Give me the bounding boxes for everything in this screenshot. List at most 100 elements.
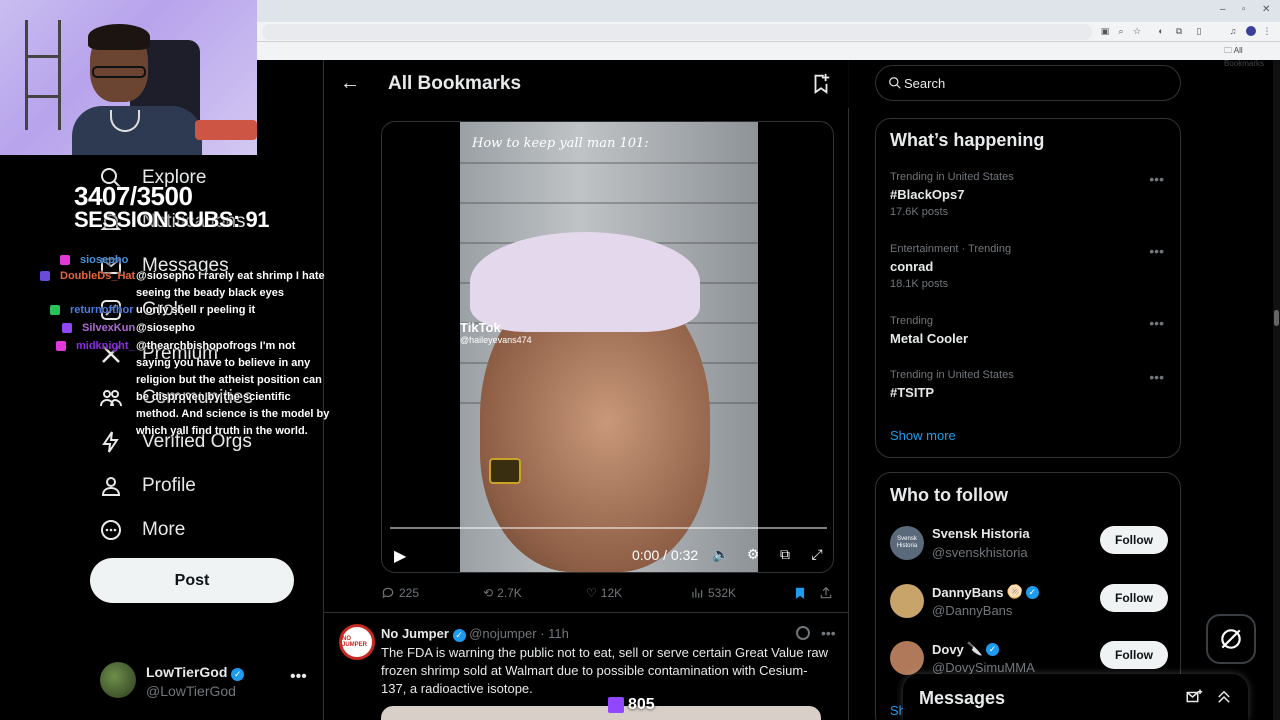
video-time: 0:00 / 0:32 [632, 547, 699, 563]
address-bar[interactable] [262, 24, 1092, 40]
search-input[interactable]: Search [875, 65, 1181, 101]
zoom-icon[interactable]: ⌕ [1116, 26, 1126, 36]
chat-text: u only shell r peeling it [136, 304, 256, 316]
cat-tree [25, 20, 61, 130]
grok-icon [1221, 629, 1241, 649]
sub-goal-counter: 3407/3500 SESSION SUBS: 91 [74, 181, 269, 232]
maximize-icon[interactable]: ▫ [1242, 4, 1246, 15]
grok-button[interactable] [1206, 614, 1256, 664]
follow-button[interactable]: Follow [1100, 526, 1168, 554]
chevron-up-icon[interactable] [1215, 688, 1233, 706]
avatar[interactable] [890, 584, 924, 618]
extension-icon[interactable]: ◐ [1156, 26, 1166, 36]
share-icon[interactable] [819, 586, 833, 600]
back-arrow-icon[interactable]: ← [340, 72, 360, 95]
more-options-icon[interactable]: ••• [1149, 171, 1164, 187]
chat-text: @thearchbishopofrogs I'm not saying you … [136, 340, 330, 437]
desk-items [195, 120, 257, 140]
new-bookmark-folder-icon[interactable] [810, 72, 832, 94]
streamer-webcam [0, 0, 257, 155]
whats-happening-panel: What’s happening Trending in United Stat… [875, 118, 1181, 458]
trend-item[interactable]: Trending in United States #BlackOps7 17.6K… [890, 171, 1170, 218]
messages-title: Messages [919, 688, 1006, 708]
show-more-link[interactable]: Show more [890, 428, 956, 443]
settings-gear-icon[interactable]: ⚙ [744, 546, 762, 564]
like-count: 12K [600, 586, 623, 600]
repost-button[interactable]: ⟲ 2.7K [483, 586, 522, 600]
trend-post-count: 17.6K posts [890, 206, 949, 218]
browser-profile-avatar[interactable] [1246, 26, 1256, 36]
more-options-icon[interactable]: ••• [290, 668, 307, 686]
more-options-icon[interactable]: ••• [821, 625, 836, 641]
more-options-icon[interactable]: ••• [1149, 315, 1164, 331]
browser-menu-icon[interactable]: ⋮ [1262, 26, 1272, 36]
follow-suggestion[interactable]: Svensk Historia Svensk Historia @svenskhis… [890, 526, 1170, 566]
streamer [72, 24, 202, 155]
scrollbar-thumb[interactable] [1274, 310, 1279, 326]
chat-username: DoubleDs_Hat [60, 270, 136, 282]
lightning-icon [98, 429, 124, 455]
video-player[interactable]: How to keep yall man 101: TikTok @hailey… [381, 121, 834, 573]
bookmark-star-icon[interactable]: ☆ [1132, 26, 1142, 36]
tiktok-watermark: TikTok @haileyevans474 [460, 320, 532, 345]
verified-badge-icon: ✓ [1025, 585, 1039, 599]
panel-title: Who to follow [890, 485, 1008, 505]
chat-username: returnofthor [70, 304, 134, 316]
trend-topic: #TSITP [890, 385, 935, 400]
volume-icon[interactable]: 🔈 [712, 546, 730, 564]
repost-icon: ⟲ [483, 586, 494, 600]
avatar[interactable]: Svensk Historia [890, 526, 924, 560]
chat-username: SilvexKun [82, 322, 136, 334]
media-icon[interactable]: ♫ [1228, 26, 1238, 36]
sidebar-item-label: More [142, 519, 186, 540]
verified-badge-icon: ✓ [231, 668, 245, 681]
follow-button[interactable]: Follow [1100, 641, 1168, 669]
account-switcher[interactable]: LowTierGod ✓ @LowTierGod ••• [100, 662, 310, 702]
play-icon[interactable]: ▶ [394, 546, 406, 566]
more-options-icon[interactable]: ••• [1149, 369, 1164, 385]
sidebar-item-profile[interactable]: Profile [98, 473, 196, 499]
sidebar-item-more[interactable]: More [98, 517, 185, 543]
views-button[interactable]: 532K [690, 586, 736, 600]
tweet-media[interactable] [381, 706, 821, 720]
name-emoji: 🫓 [1006, 584, 1023, 599]
picture-in-picture-icon[interactable]: ⧉ [776, 546, 794, 564]
follow-suggestion[interactable]: DannyBans 🫓 ✓ @DannyBans Follow [890, 584, 1170, 624]
page-scrollbar[interactable] [1273, 60, 1280, 720]
minimize-icon[interactable]: – [1220, 4, 1226, 15]
trend-topic: conrad [890, 259, 934, 274]
video-caption: How to keep yall man 101: [472, 136, 649, 151]
trend-item[interactable]: Trending in United States #TSITP ••• [890, 369, 1170, 400]
sidebar-toggle-icon[interactable]: ▯ [1194, 26, 1204, 36]
account-handle: @LowTierGod [146, 683, 236, 699]
post-button[interactable]: Post [90, 558, 294, 603]
main-timeline: ← All Bookmarks How to keep yall man 101… [323, 60, 850, 720]
follow-button[interactable]: Follow [1100, 584, 1168, 612]
more-circle-icon [98, 517, 124, 543]
tweet-actions: 225 ⟲ 2.7K ♡ 12K 532K [381, 586, 834, 606]
like-button[interactable]: ♡ 12K [586, 586, 622, 600]
trend-item[interactable]: Entertainment · Trending conrad 18.1K post… [890, 243, 1170, 290]
verified-badge-icon: ✓ [452, 629, 466, 642]
fullscreen-icon[interactable]: ⤢ [808, 546, 826, 564]
messages-drawer[interactable]: Messages [903, 674, 1248, 720]
bookmark-filled-icon[interactable] [793, 586, 807, 600]
install-app-icon[interactable]: ▣ [1100, 26, 1110, 36]
tweet[interactable]: NO JUMPER No Jumper ✓ @nojumper · 11h ••… [324, 613, 848, 720]
video-progress-bar[interactable] [390, 527, 827, 529]
grok-explain-icon[interactable] [796, 626, 810, 640]
follow-handle: @DannyBans [932, 603, 1013, 618]
close-window-icon[interactable]: ✕ [1262, 4, 1270, 15]
compose-message-icon[interactable] [1185, 688, 1203, 706]
trend-context: Trending [890, 315, 934, 327]
avatar[interactable]: NO JUMPER [339, 624, 375, 660]
more-options-icon[interactable]: ••• [1149, 243, 1164, 259]
reply-button[interactable]: 225 [381, 586, 419, 600]
trend-context: Trending in United States [890, 369, 1014, 381]
trend-topic: #BlackOps7 [890, 187, 965, 202]
person-icon [98, 473, 124, 499]
avatar[interactable] [890, 641, 924, 675]
puzzle-icon[interactable]: ⧉ [1174, 26, 1184, 36]
all-bookmarks-folder[interactable]: 🗀 All Bookmarks [1224, 45, 1280, 68]
trend-item[interactable]: Trending Metal Cooler ••• [890, 315, 1170, 346]
